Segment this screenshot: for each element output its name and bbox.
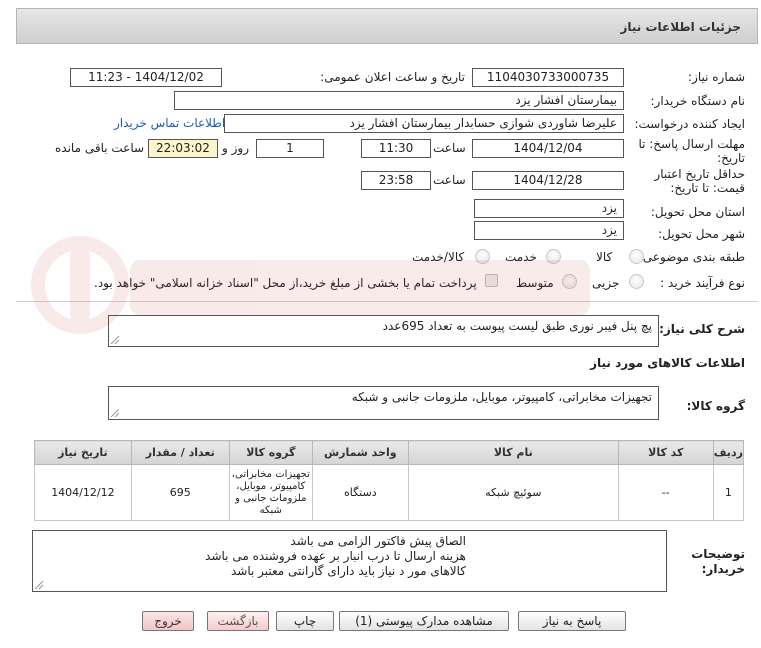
days-label: روز و [222, 141, 249, 155]
resize-grip-icon[interactable] [35, 581, 43, 589]
delivery-province-label: استان محل تحویل: [650, 205, 745, 219]
general-description-text: پچ پنل فیبر نوری طبق لیست پیوست به تعداد… [382, 319, 652, 333]
goods-info-title: اطلاعات کالاهای مورد نیاز [590, 356, 745, 370]
page-title: جزئیات اطلاعات نیاز [620, 20, 741, 34]
price-validity-date-field: 1404/12/28 [472, 171, 624, 190]
table-header-row: ردیف کد کالا نام کالا واحد شمارش گروه کا… [34, 440, 745, 465]
response-deadline-label: مهلت ارسال پاسخ: تا [638, 137, 745, 151]
view-attachments-button[interactable]: مشاهده مدارک پیوستی (1) [339, 611, 509, 631]
divider [16, 301, 758, 302]
buyer-notes-label: توضیحات [691, 547, 745, 561]
category-goods-label: کالا [596, 250, 613, 264]
back-button[interactable]: بازگشت [207, 611, 269, 631]
price-validity-label: حداقل تاریخ اعتبار [654, 167, 745, 181]
process-minor-radio[interactable] [629, 274, 644, 289]
goods-group-field[interactable]: تجهیزات مخابراتی، کامپیوتر، موبایل، ملزو… [108, 386, 659, 420]
process-medium-radio[interactable] [562, 274, 577, 289]
process-minor-label: جزیی [592, 276, 620, 290]
table-row[interactable]: 1 -- سوئیچ شبکه دستگاه تجهیزات مخابراتی،… [34, 464, 745, 521]
remaining-time-label: ساعت باقی مانده [55, 141, 145, 155]
requester-field: علیرضا شاوردی شوازی حسابدار بیمارستان اف… [224, 114, 624, 133]
buyer-note-line: کالاهای مور د نیاز باید دارای گارانتی مع… [230, 564, 466, 578]
response-time-field: 11:30 [361, 139, 431, 158]
delivery-city-field: یزد [474, 221, 624, 240]
response-time-label: ساعت [433, 141, 466, 155]
response-date-field: 1404/12/04 [472, 139, 624, 158]
col-quantity: تعداد / مقدار [130, 440, 230, 465]
col-goods-code: کد کالا [617, 440, 714, 465]
treasury-payment-note: پرداخت تمام یا بخشی از مبلغ خرید،از محل … [94, 276, 477, 290]
reply-button[interactable]: پاسخ به نیاز [518, 611, 626, 631]
category-goods-radio[interactable] [629, 249, 644, 264]
col-unit: واحد شمارش [311, 440, 409, 465]
goods-table: ردیف کد کالا نام کالا واحد شمارش گروه کا… [34, 440, 745, 521]
print-button[interactable]: چاپ [276, 611, 334, 631]
treasury-payment-checkbox[interactable] [485, 274, 498, 287]
delivery-city-label: شهر محل تحویل: [658, 227, 745, 241]
days-field: 1 [256, 139, 324, 158]
price-validity-label-2: قیمت: تا تاریخ: [670, 181, 745, 195]
buyer-note-line: الصاق پیش فاکتور الزامی می باشد [290, 534, 466, 548]
response-deadline-label-2: تاریخ: [717, 151, 745, 165]
price-validity-time-field: 23:58 [361, 171, 431, 190]
col-goods-name: نام کالا [407, 440, 619, 465]
cell-quantity: 695 [130, 464, 230, 521]
goods-group-text: تجهیزات مخابراتی، کامپیوتر، موبایل، ملزو… [351, 390, 652, 404]
price-validity-time-label: ساعت [433, 173, 466, 187]
buyer-notes-label-2: خریدار: [701, 562, 745, 576]
purchase-process-label: نوع فرآیند خرید : [660, 276, 745, 290]
col-goods-group: گروه کالا [228, 440, 313, 465]
general-description-label: شرح کلی نیاز: [659, 322, 745, 336]
cell-unit: دستگاه [311, 464, 409, 521]
cell-goods-name: سوئیچ شبکه [407, 464, 619, 521]
goods-group-label: گروه کالا: [686, 399, 745, 413]
delivery-province-field: یزد [474, 199, 624, 218]
header-bar: جزئیات اطلاعات نیاز [16, 8, 758, 44]
general-description-field[interactable]: پچ پنل فیبر نوری طبق لیست پیوست به تعداد… [108, 315, 659, 347]
resize-grip-icon[interactable] [111, 336, 119, 344]
cell-need-date: 1404/12/12 [34, 464, 132, 521]
cell-row-number: 1 [712, 464, 745, 521]
col-row-number: ردیف [712, 440, 745, 465]
cell-goods-code: -- [617, 464, 714, 521]
remaining-time-field: 22:03:02 [148, 139, 218, 158]
need-number-label: شماره نیاز: [688, 70, 745, 84]
buyer-org-field: بیمارستان افشار یزد [174, 91, 624, 110]
category-label: طبقه بندی موضوعی: [638, 250, 745, 264]
cell-goods-group: تجهیزات مخابراتی، کامپیوتر، موبایل، ملزو… [228, 464, 313, 521]
announce-datetime-label: تاریخ و ساعت اعلان عمومی: [320, 70, 465, 84]
buyer-note-line: هزینه ارسال تا درب انبار بر عهده فروشنده… [205, 549, 466, 563]
buyer-notes-field[interactable]: الصاق پیش فاکتور الزامی می باشد هزینه ار… [32, 530, 667, 592]
category-service-radio[interactable] [546, 249, 561, 264]
exit-button[interactable]: خروج [142, 611, 194, 631]
process-medium-label: متوسط [516, 276, 554, 290]
col-need-date: تاریخ نیاز [34, 440, 132, 465]
category-goods-service-label: کالا/خدمت [412, 250, 465, 264]
category-goods-service-radio[interactable] [475, 249, 490, 264]
need-details-page: جزئیات اطلاعات نیاز شماره نیاز: 11040307… [0, 0, 761, 648]
requester-label: ایجاد کننده درخواست: [634, 117, 745, 131]
buyer-org-label: نام دستگاه خریدار: [650, 94, 746, 108]
resize-grip-icon[interactable] [111, 409, 119, 417]
announce-datetime-field: 1404/12/02 - 11:23 [70, 68, 222, 87]
buyer-contact-link[interactable]: اطلاعات تماس خریدار [114, 116, 225, 130]
category-service-label: خدمت [505, 250, 537, 264]
need-number-field: 1104030733000735 [472, 68, 624, 87]
